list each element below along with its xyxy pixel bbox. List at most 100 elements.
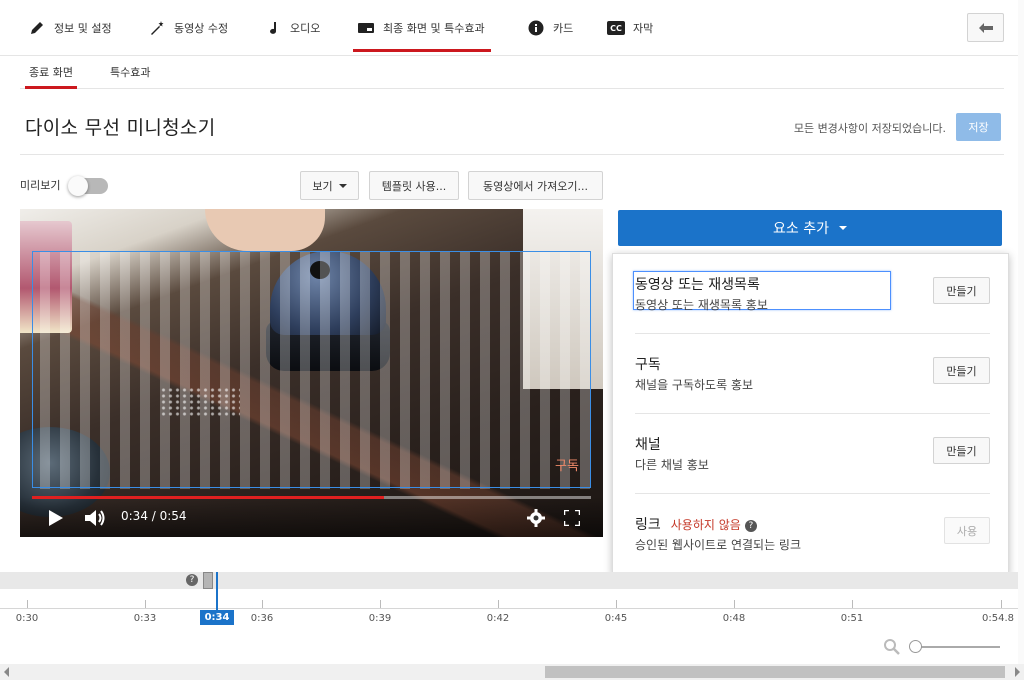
timeline-track[interactable] [0,572,1024,589]
ruler-tick [498,600,499,608]
save-status: 모든 변경사항이 저장되었습니다. [793,122,946,135]
tab-info-settings[interactable]: 정보 및 설정 [28,0,112,56]
use-link-button[interactable]: 사용 [944,517,990,544]
scroll-left-icon[interactable] [4,667,9,677]
tab-info-settings-label: 정보 및 설정 [54,22,112,35]
import-from-video-button[interactable]: 동영상에서 가져오기... [468,171,603,200]
tab-subtitles-label: 자막 [633,22,654,35]
ruler-tick-label: 0:33 [133,613,157,624]
tab-end-screen[interactable]: 최종 화면 및 특수효과 [353,0,491,56]
video-time: 0:34 / 0:54 [121,509,187,523]
tab-audio[interactable]: 오디오 [264,0,320,56]
divider [20,154,1004,155]
ruler-tick-label: 0:42 [486,613,510,624]
menu-item-video-playlist[interactable]: 동영상 또는 재생목록 동영상 또는 재생목록 홍보 만들기 [633,271,990,354]
pencil-icon [28,19,46,37]
add-element-menu: 동영상 또는 재생목록 동영상 또는 재생목록 홍보 만들기 구독 채널을 구독… [612,253,1009,575]
back-arrow-icon [978,18,993,37]
ruler-tick [734,600,735,608]
view-dropdown[interactable]: 보기 [300,171,359,200]
ruler-tick [616,600,617,608]
link-title: 링크 [635,517,661,533]
zoom-search-icon [883,638,901,656]
subtab-end-screen[interactable]: 종료 화면 [25,56,77,89]
magic-wand-icon [148,19,166,37]
video-player[interactable]: 구독 0:34 / 0:54 [20,209,603,537]
tab-end-screen-label: 최종 화면 및 특수효과 [383,22,485,35]
end-screen-safe-area[interactable] [32,251,591,488]
create-video-playlist-button[interactable]: 만들기 [933,277,990,304]
preview-toggle[interactable] [68,176,108,196]
page-title: 다이소 무선 미니청소기 [25,117,216,139]
svg-text:CC: CC [610,24,622,33]
menu-item-title: 구독 [635,357,661,373]
template-button[interactable]: 템플릿 사용... [369,171,459,200]
tab-cards-label: 카드 [553,22,574,35]
tab-video-edit-label: 동영상 수정 [174,22,229,35]
view-dropdown-label: 보기 [312,179,333,193]
tab-cards[interactable]: 카드 [527,0,573,56]
playhead-time-label: 0:34 [200,610,234,625]
chevron-down-icon [338,183,347,188]
ruler-tick-label: 0:30 [15,613,39,624]
save-button[interactable]: 저장 [956,113,1001,141]
ruler-tick [380,600,381,608]
menu-item-channel[interactable]: 채널 다른 채널 홍보 만들기 [635,434,990,514]
video-watermark: 구독 [555,459,579,474]
ruler-tick-label: 0:54.8 [982,613,1014,624]
menu-item-desc: 다른 채널 홍보 [635,458,709,472]
menu-item-desc: 동영상 또는 재생목록 홍보 [635,298,768,312]
horizontal-scrollbar[interactable] [0,664,1024,680]
tab-audio-label: 오디오 [290,22,321,35]
ruler-tick-label: 0:51 [840,613,864,624]
create-subscribe-button[interactable]: 만들기 [933,357,990,384]
timeline-playhead[interactable] [216,572,218,612]
create-channel-button[interactable]: 만들기 [933,437,990,464]
toggle-knob [68,176,88,196]
add-element-label: 요소 추가 [773,221,829,237]
menu-item-title: 동영상 또는 재생목록 [635,277,760,293]
link-status: 사용하지 않음 [670,518,741,532]
back-button[interactable] [967,13,1004,42]
ruler-tick [1001,600,1002,608]
info-icon [527,19,545,37]
menu-item-title: 링크 사용하지 않음? [635,514,757,534]
vertical-scrollbar[interactable] [1018,0,1024,664]
cc-icon: CC [607,19,625,37]
music-note-icon [264,19,282,37]
top-tab-bar: 정보 및 설정 동영상 수정 오디오 최종 화면 및 특수효과 카드 CC 자막 [0,0,1024,56]
ruler-tick-label: 0:36 [250,613,274,624]
play-icon[interactable] [46,509,66,527]
ruler-tick [145,600,146,608]
ruler-tick-label: 0:48 [722,613,746,624]
tab-subtitles[interactable]: CC 자막 [607,0,653,56]
menu-item-title: 채널 [635,437,661,453]
menu-item-subscribe[interactable]: 구독 채널을 구독하도록 홍보 만들기 [635,354,990,434]
fullscreen-icon[interactable] [561,508,583,528]
tab-video-edit[interactable]: 동영상 수정 [148,0,228,56]
ruler-tick [27,600,28,608]
ruler-tick [852,600,853,608]
scroll-right-icon[interactable] [1015,667,1020,677]
preview-label: 미리보기 [20,179,61,192]
zoom-slider[interactable] [914,646,1000,648]
end-screen-icon [357,19,375,37]
scrollbar-thumb[interactable] [545,666,1005,678]
zoom-slider-knob[interactable] [909,640,922,653]
add-element-button[interactable]: 요소 추가 [618,210,1002,246]
help-icon[interactable]: ? [186,574,198,586]
menu-item-desc: 채널을 구독하도록 홍보 [635,378,754,392]
gear-icon[interactable] [525,508,547,528]
ruler-tick-label: 0:45 [604,613,628,624]
video-progress-bar[interactable] [32,496,591,499]
ruler-tick-label: 0:39 [368,613,392,624]
volume-icon[interactable] [84,508,108,528]
sub-tab-bar: 종료 화면 특수효과 [20,56,1004,89]
video-progress-fill [32,496,385,499]
timeline-drag-handle[interactable] [203,572,213,589]
ruler-tick [262,600,263,608]
subtab-effects[interactable]: 특수효과 [110,56,150,89]
chevron-down-icon [838,226,847,230]
menu-item-desc: 승인된 웹사이트로 연결되는 링크 [635,538,802,552]
help-icon[interactable]: ? [744,520,757,532]
